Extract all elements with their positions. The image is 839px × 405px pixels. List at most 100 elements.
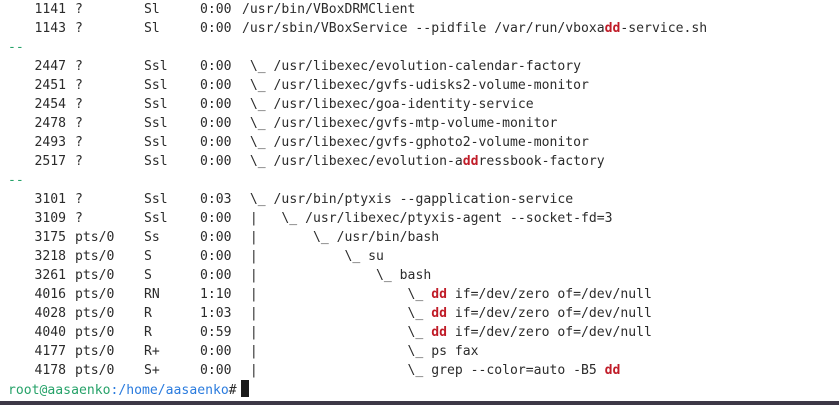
prompt-user-host: root@aasaenko — [8, 383, 111, 398]
command-cell: | \_ bash — [242, 266, 431, 285]
command-cell: \_ /usr/libexec/evolution-addressbook-fa… — [242, 152, 605, 171]
time-cell: 0:00 — [200, 230, 232, 245]
command-text: ressbook-factory — [478, 154, 605, 169]
process-row: 1141? Sl 0:00/usr/bin/VBoxDRMClient — [0, 0, 839, 19]
time-cell: 0:00 — [200, 268, 232, 283]
process-row: 3218 pts/0 S 0:00 | \_ su — [0, 247, 839, 266]
time-cell: 0:00 — [200, 21, 232, 36]
stat-cell: Sl — [144, 2, 160, 17]
prompt-symbol: # — [228, 383, 237, 398]
command-text: /usr/bin/bash — [336, 230, 440, 245]
tty-cell: pts/0 — [75, 306, 115, 321]
time-cell: 1:03 — [200, 306, 232, 321]
tty-cell: pts/0 — [75, 230, 115, 245]
command-cell: \_ /usr/libexec/gvfs-mtp-volume-monitor — [242, 114, 557, 133]
pid-cell: 3101 — [34, 192, 66, 207]
command-text: /usr/libexec/gvfs-udisks2-volume-monitor — [273, 78, 589, 93]
stat-cell: RN — [144, 287, 160, 302]
process-tree-branch: \_ — [242, 135, 274, 150]
command-text: /usr/libexec/evolution-a — [273, 154, 463, 169]
time-cell: 0:00 — [200, 2, 232, 17]
stat-cell: Ssl — [144, 116, 168, 131]
time-cell: 0:00 — [200, 211, 232, 226]
tty-cell: ? — [75, 154, 83, 169]
process-tree-branch: | \_ — [242, 306, 432, 321]
stat-cell: S — [144, 268, 152, 283]
stat-cell: Ssl — [144, 135, 168, 150]
grep-match-highlight: dd — [431, 325, 447, 340]
pid-cell: 3261 — [34, 268, 66, 283]
process-tree-branch: | \_ — [242, 344, 432, 359]
pid-cell: 4177 — [34, 344, 66, 359]
command-text: -service.sh — [620, 21, 708, 36]
stat-cell: S+ — [144, 363, 160, 378]
command-cell: | \_ /usr/libexec/ptyxis-agent --socket-… — [242, 209, 613, 228]
pid-cell: 2454 — [34, 97, 66, 112]
command-text: /usr/libexec/ptyxis-agent --socket-fd=3 — [305, 211, 613, 226]
tty-cell: pts/0 — [75, 344, 115, 359]
command-text: if=/dev/zero of=/dev/null — [446, 306, 652, 321]
process-row: 3109? Ssl 0:00 | \_ /usr/libexec/ptyxis-ag… — [0, 209, 839, 228]
command-text: /usr/sbin/VBoxService --pidfile /var/run… — [242, 21, 605, 36]
process-row: 2451? Ssl 0:00 \_ /usr/libexec/gvfs-udisks… — [0, 76, 839, 95]
tty-cell: ? — [75, 2, 83, 17]
grep-match-highlight: dd — [604, 21, 621, 36]
grep-match-highlight: dd — [604, 363, 621, 378]
command-text: su — [368, 249, 384, 264]
time-cell: 0:00 — [200, 116, 232, 131]
process-tree-branch: | \_ — [242, 363, 432, 378]
grep-match-highlight: dd — [431, 287, 447, 302]
command-cell: | \_ ps fax — [242, 342, 479, 361]
time-cell: 0:00 — [200, 344, 232, 359]
command-text: /usr/libexec/evolution-calendar-factory — [273, 59, 581, 74]
process-tree-branch: | \_ — [242, 268, 400, 283]
process-row: 3175 pts/0 Ss 0:00 | \_ /usr/bin/bash — [0, 228, 839, 247]
command-cell: /usr/bin/VBoxDRMClient — [242, 0, 415, 19]
process-tree-branch: | \_ — [242, 325, 432, 340]
command-text: bash — [399, 268, 432, 283]
command-text: /usr/libexec/gvfs-gphoto2-volume-monitor — [273, 135, 589, 150]
process-tree-branch: | \_ — [242, 211, 306, 226]
terminal-output[interactable]: 1141? Sl 0:00/usr/bin/VBoxDRMClient 1143? Sl… — [0, 0, 839, 401]
tty-cell: ? — [75, 59, 83, 74]
tty-cell: ? — [75, 21, 83, 36]
tty-cell: ? — [75, 135, 83, 150]
stat-cell: Ss — [144, 230, 160, 245]
stat-cell: Ssl — [144, 59, 168, 74]
pid-cell: 1141 — [34, 2, 66, 17]
command-cell: | \_ dd if=/dev/zero of=/dev/null — [242, 304, 652, 323]
pid-cell: 2517 — [34, 154, 66, 169]
process-row: 3101? Ssl 0:03 \_ /usr/bin/ptyxis --gappli… — [0, 190, 839, 209]
time-cell: 0:00 — [200, 78, 232, 93]
process-row: 2478? Ssl 0:00 \_ /usr/libexec/gvfs-mtp-vo… — [0, 114, 839, 133]
process-tree-branch: \_ — [242, 192, 274, 207]
stat-cell: Sl — [144, 21, 160, 36]
command-cell: | \_ dd if=/dev/zero of=/dev/null — [242, 323, 652, 342]
shell-prompt-line[interactable]: root@aasaenko:/home/aasaenko# — [8, 380, 249, 399]
grep-match-highlight: dd — [462, 154, 479, 169]
command-text: /usr/libexec/goa-identity-service — [273, 97, 534, 112]
pid-cell: 4178 — [34, 363, 66, 378]
pid-cell: 2493 — [34, 135, 66, 150]
pid-cell: 1143 — [34, 21, 66, 36]
process-row: 4177 pts/0 R+ 0:00 | \_ ps fax — [0, 342, 839, 361]
process-tree-branch: \_ — [242, 154, 274, 169]
process-tree-branch: | \_ — [242, 230, 337, 245]
process-row: 4028 pts/0 R 1:03 | \_ dd if=/dev/zero of=/… — [0, 304, 839, 323]
tty-cell: pts/0 — [75, 268, 115, 283]
stat-cell: Ssl — [144, 97, 168, 112]
tty-cell: ? — [75, 116, 83, 131]
process-row: 2493? Ssl 0:00 \_ /usr/libexec/gvfs-gphoto… — [0, 133, 839, 152]
text-cursor[interactable] — [240, 380, 249, 397]
window-bottom-edge — [0, 401, 839, 405]
command-cell: \_ /usr/libexec/goa-identity-service — [242, 95, 534, 114]
process-row: 4178 pts/0 S+ 0:00 | \_ grep --color=auto -… — [0, 361, 839, 380]
tty-cell: pts/0 — [75, 325, 115, 340]
command-text: if=/dev/zero of=/dev/null — [446, 325, 652, 340]
process-tree-branch: \_ — [242, 59, 274, 74]
process-row: 3261 pts/0 S 0:00 | \_ bash — [0, 266, 839, 285]
command-text: if=/dev/zero of=/dev/null — [446, 287, 652, 302]
time-cell: 0:00 — [200, 363, 232, 378]
time-cell: 0:03 — [200, 192, 232, 207]
pid-cell: 4040 — [34, 325, 66, 340]
